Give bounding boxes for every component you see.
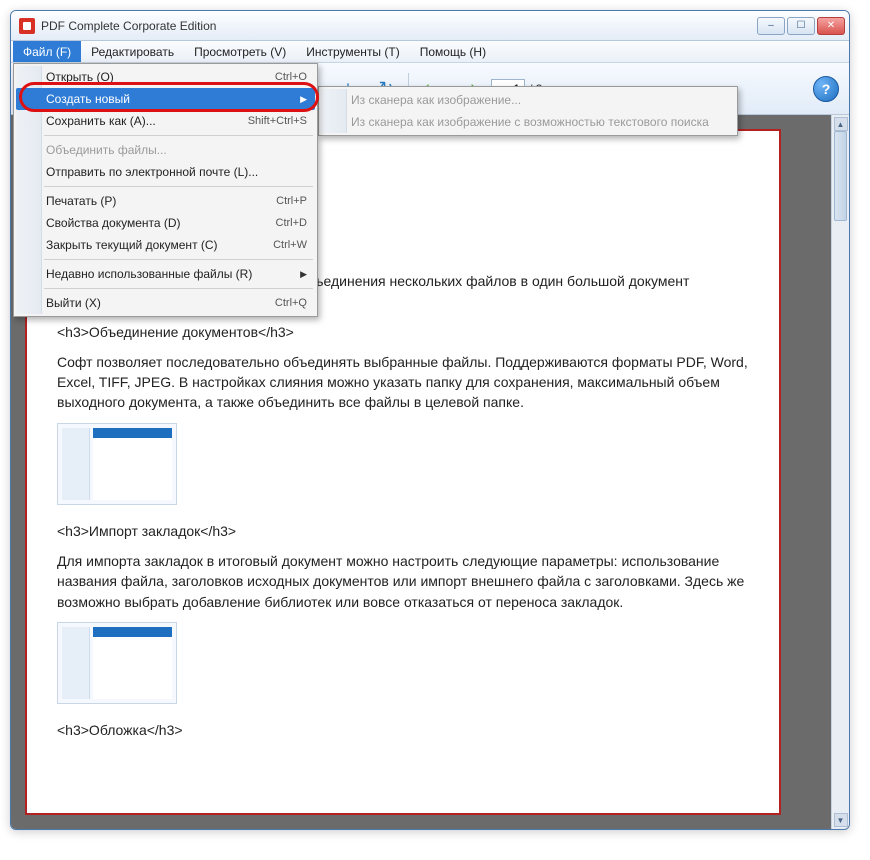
help-icon: ? <box>822 81 831 97</box>
close-icon: ✕ <box>827 20 835 31</box>
scroll-down-icon[interactable]: ▼ <box>834 813 848 827</box>
submenu-item-scanner-image[interactable]: Из сканера как изображение... <box>321 89 735 111</box>
menu-item-create-new[interactable]: Создать новый ▶ <box>16 88 315 110</box>
shortcut-label: Ctrl+D <box>276 217 307 229</box>
menu-help[interactable]: Помощь (H) <box>410 41 496 62</box>
menu-item-recent-files[interactable]: Недавно использованные файлы (R) ▶ <box>16 263 315 285</box>
shortcut-label: Ctrl+Q <box>275 297 307 309</box>
shortcut-label: Ctrl+W <box>273 239 307 251</box>
create-new-submenu: Из сканера как изображение... Из сканера… <box>318 86 738 136</box>
menu-item-combine: Объединить файлы... <box>16 139 315 161</box>
doc-screenshot-thumbnail <box>57 423 177 505</box>
scroll-up-icon[interactable]: ▲ <box>834 117 848 131</box>
minimize-button[interactable]: – <box>757 17 785 35</box>
menu-separator <box>44 135 313 136</box>
shortcut-label: Ctrl+O <box>275 71 307 83</box>
menu-separator <box>44 288 313 289</box>
vertical-scrollbar[interactable]: ▲ ▼ <box>831 115 849 829</box>
menu-item-send-email[interactable]: Отправить по электронной почте (L)... <box>16 161 315 183</box>
doc-heading-raw: <h3>Обложка</h3> <box>57 720 749 740</box>
app-icon <box>19 18 35 34</box>
menu-item-close-doc[interactable]: Закрыть текущий документ (C) Ctrl+W <box>16 234 315 256</box>
doc-heading-raw: <h3>Импорт закладок</h3> <box>57 521 749 541</box>
submenu-arrow-icon: ▶ <box>300 94 307 105</box>
window-controls: – ☐ ✕ <box>757 17 845 35</box>
maximize-icon: ☐ <box>797 20 806 31</box>
submenu-arrow-icon: ▶ <box>300 269 307 280</box>
menu-item-doc-properties[interactable]: Свойства документа (D) Ctrl+D <box>16 212 315 234</box>
titlebar: PDF Complete Corporate Edition – ☐ ✕ <box>11 11 849 41</box>
scroll-track[interactable] <box>832 131 849 813</box>
minimize-icon: – <box>768 20 774 31</box>
help-button[interactable]: ? <box>813 76 839 102</box>
menu-tools[interactable]: Инструменты (T) <box>296 41 409 62</box>
menu-edit[interactable]: Редактировать <box>81 41 184 62</box>
doc-screenshot-thumbnail <box>57 622 177 704</box>
menu-view[interactable]: Просмотреть (V) <box>184 41 296 62</box>
menu-separator <box>44 186 313 187</box>
submenu-item-scanner-searchable[interactable]: Из сканера как изображение с возможность… <box>321 111 735 133</box>
scroll-thumb[interactable] <box>834 131 847 221</box>
doc-paragraph: Софт позволяет последовательно объединят… <box>57 352 749 413</box>
menu-item-exit[interactable]: Выйти (X) Ctrl+Q <box>16 292 315 314</box>
menu-separator <box>44 259 313 260</box>
menu-item-save-as[interactable]: Сохранить как (A)... Shift+Ctrl+S <box>16 110 315 132</box>
menu-item-open[interactable]: Открыть (O) Ctrl+O <box>16 66 315 88</box>
menubar: Файл (F) Редактировать Просмотреть (V) И… <box>11 41 849 63</box>
doc-heading-raw: <h3>Объединение документов</h3> <box>57 322 749 342</box>
doc-paragraph: Для импорта закладок в итоговый документ… <box>57 551 749 612</box>
file-menu-dropdown: Открыть (O) Ctrl+O Создать новый ▶ Сохра… <box>13 63 318 317</box>
close-button[interactable]: ✕ <box>817 17 845 35</box>
window-title: PDF Complete Corporate Edition <box>41 19 757 33</box>
shortcut-label: Ctrl+P <box>276 195 307 207</box>
menu-item-print[interactable]: Печатать (P) Ctrl+P <box>16 190 315 212</box>
menu-file[interactable]: Файл (F) <box>13 41 81 62</box>
shortcut-label: Shift+Ctrl+S <box>248 115 307 127</box>
maximize-button[interactable]: ☐ <box>787 17 815 35</box>
